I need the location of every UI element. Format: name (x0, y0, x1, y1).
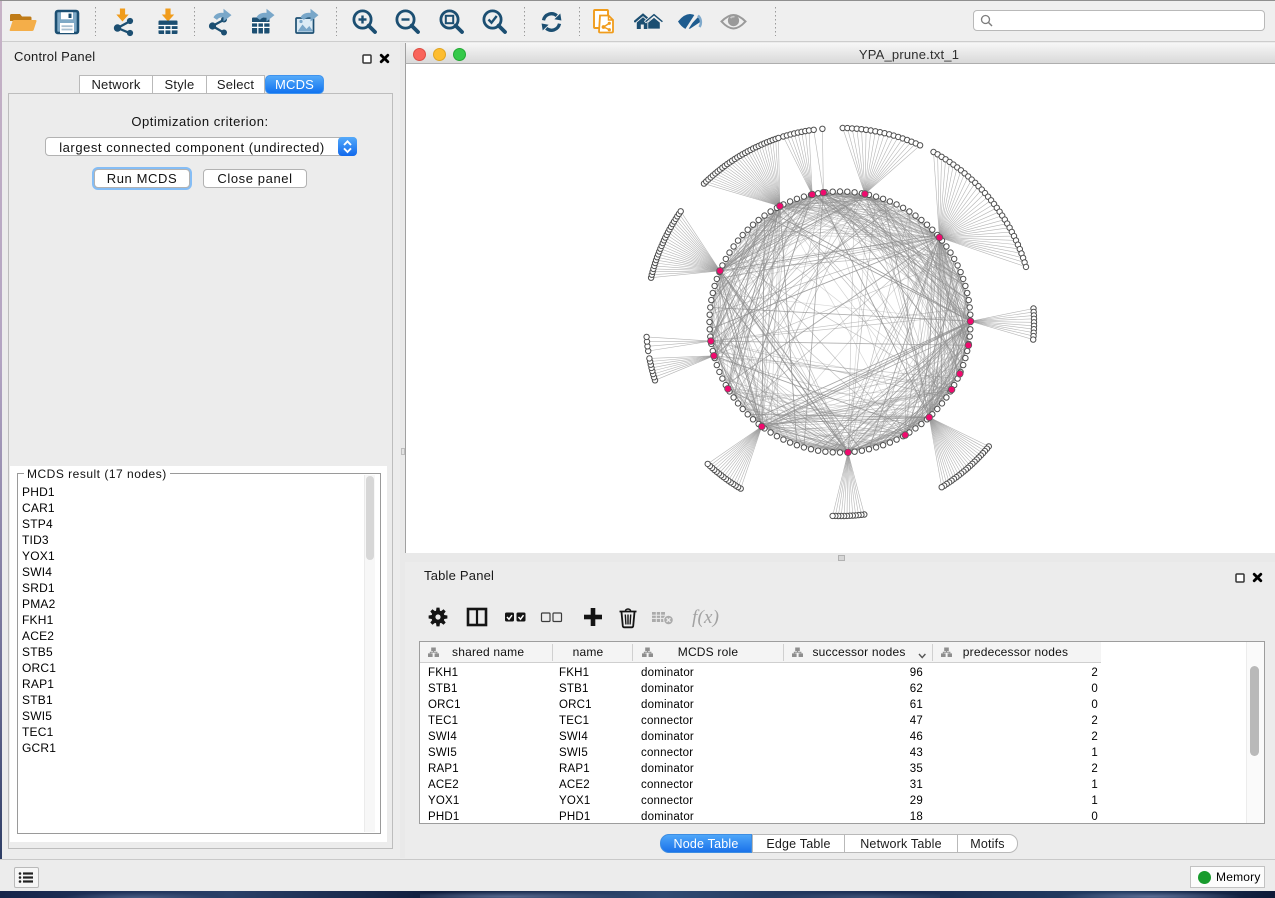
svg-text:f(x): f(x) (692, 607, 719, 628)
